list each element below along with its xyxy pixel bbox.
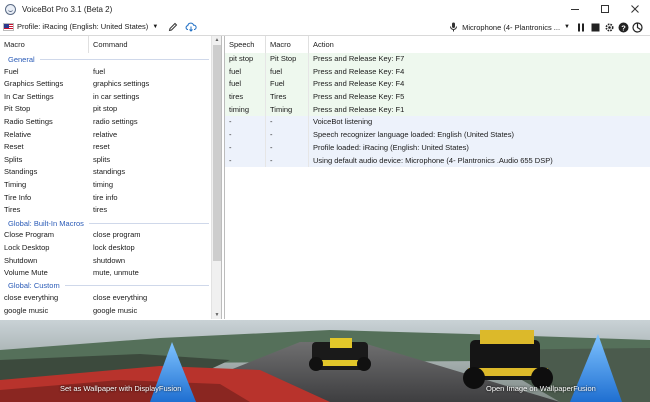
gear-icon bbox=[604, 22, 614, 32]
close-button[interactable] bbox=[620, 0, 650, 18]
chevron-down-icon: ▼ bbox=[564, 24, 570, 30]
group-header-general[interactable]: General bbox=[0, 53, 211, 66]
command-column-header[interactable]: Command bbox=[89, 36, 211, 53]
chevron-down-icon: ▼ bbox=[152, 23, 159, 30]
log-row[interactable]: fuel fuel Press and Release Key: F4 bbox=[225, 65, 650, 79]
scrollbar-thumb[interactable] bbox=[213, 45, 221, 261]
activity-log-panel: Speech Macro Action pit stop Pit Stop Pres… bbox=[224, 36, 650, 319]
scroll-down-arrow-icon[interactable]: ▼ bbox=[213, 311, 221, 319]
minimize-icon bbox=[571, 9, 579, 10]
macro-row[interactable]: close everything close everything bbox=[0, 292, 211, 305]
speech-column-header[interactable]: Speech bbox=[225, 36, 266, 53]
close-icon bbox=[631, 5, 639, 13]
macro-row[interactable]: Shutdown shutdown bbox=[0, 255, 211, 268]
macro-row[interactable]: google music google music bbox=[0, 305, 211, 318]
macro-row[interactable]: Volume Mute mute, unmute bbox=[0, 267, 211, 280]
log-row[interactable]: - - Profile loaded: iRacing (English: Unit… bbox=[225, 141, 650, 155]
macro-list-scrollbar[interactable]: ▲ ▼ bbox=[211, 36, 221, 319]
download-profile-button[interactable] bbox=[184, 20, 198, 34]
macro-row[interactable]: Reset reset bbox=[0, 141, 211, 154]
log-row[interactable]: tires Tires Press and Release Key: F5 bbox=[225, 91, 650, 104]
tools-button[interactable] bbox=[630, 20, 644, 34]
group-header-global-custom[interactable]: Global: Custom bbox=[0, 280, 211, 293]
window-title: VoiceBot Pro 3.1 (Beta 2) bbox=[22, 4, 113, 14]
scroll-up-arrow-icon[interactable]: ▲ bbox=[213, 36, 221, 44]
macro-row[interactable]: Close Program close program bbox=[0, 229, 211, 242]
toolbar: Profile: iRacing (English: United States… bbox=[0, 18, 650, 36]
macro-column-header[interactable]: Macro bbox=[266, 36, 309, 53]
macro-row[interactable]: Relative relative bbox=[0, 129, 211, 142]
action-column-header[interactable]: Action bbox=[309, 36, 650, 53]
macro-row[interactable]: Timing timing bbox=[0, 179, 211, 192]
edit-icon bbox=[169, 22, 178, 31]
macro-row[interactable]: Tires tires bbox=[0, 204, 211, 217]
stop-button[interactable] bbox=[588, 20, 602, 34]
set-wallpaper-link[interactable]: Set as Wallpaper with DisplayFusion bbox=[60, 384, 181, 393]
macro-list: General Fuel fuel Graphics Settings graphi… bbox=[0, 53, 211, 317]
macro-row[interactable]: Tire Info tire info bbox=[0, 192, 211, 205]
window-controls bbox=[560, 0, 650, 18]
microphone-dropdown-label: Microphone (4- Plantronics ... bbox=[462, 22, 561, 32]
maximize-icon bbox=[601, 5, 609, 13]
macro-row[interactable]: Fuel fuel bbox=[0, 66, 211, 79]
macro-row[interactable]: Radio Settings radio settings bbox=[0, 116, 211, 129]
maximize-button[interactable] bbox=[590, 0, 620, 18]
log-row[interactable]: - - VoiceBot listening bbox=[225, 116, 650, 130]
macro-list-panel: Macro Command General Fuel fuel Graphics … bbox=[0, 36, 222, 319]
macro-row[interactable]: Standings standings bbox=[0, 166, 211, 179]
pause-icon bbox=[578, 23, 584, 31]
log-row[interactable]: - - Using default audio device: Microphone… bbox=[225, 154, 650, 168]
log-row[interactable]: - - Speech recognizer language loaded: Eng… bbox=[225, 129, 650, 142]
microphone-dropdown[interactable]: Microphone (4- Plantronics ... ▼ bbox=[449, 22, 570, 32]
toolbar-right: Microphone (4- Plantronics ... ▼ ? bbox=[449, 18, 650, 36]
settings-sliders-icon bbox=[631, 21, 643, 33]
log-row[interactable]: timing Timing Press and Release Key: F1 bbox=[225, 103, 650, 117]
macro-row[interactable]: Splits splits bbox=[0, 154, 211, 167]
open-wallpaperfusion-link[interactable]: Open Image on WallpaperFusion bbox=[486, 384, 596, 393]
us-flag-icon bbox=[3, 22, 14, 31]
wallpaper-banner: Set as Wallpaper with DisplayFusion Open… bbox=[0, 320, 650, 402]
log-row[interactable]: pit stop Pit Stop Press and Release Key: F… bbox=[225, 53, 650, 66]
voicebot-app-icon bbox=[5, 3, 16, 15]
macro-row[interactable]: Graphics Settings graphics settings bbox=[0, 78, 211, 91]
svg-text:?: ? bbox=[621, 23, 626, 32]
minimize-button[interactable] bbox=[560, 0, 590, 18]
macro-row[interactable]: Pit Stop pit stop bbox=[0, 103, 211, 116]
help-button[interactable]: ? bbox=[616, 20, 630, 34]
pause-button[interactable] bbox=[574, 20, 588, 34]
group-header-global-built-in[interactable]: Global: Built-In Macros bbox=[0, 217, 211, 230]
profile-dropdown-label: Profile: iRacing (English: United States… bbox=[17, 22, 149, 31]
help-icon: ? bbox=[618, 22, 628, 32]
microphone-icon bbox=[450, 22, 458, 32]
macro-row[interactable]: In Car Settings in car settings bbox=[0, 91, 211, 104]
macro-column-header[interactable]: Macro bbox=[0, 36, 89, 53]
macro-row[interactable]: Lock Desktop lock desktop bbox=[0, 242, 211, 255]
settings-button[interactable] bbox=[602, 20, 616, 34]
log-row[interactable]: fuel Fuel Press and Release Key: F4 bbox=[225, 78, 650, 92]
profile-dropdown[interactable]: Profile: iRacing (English: United States… bbox=[17, 22, 158, 31]
stop-icon bbox=[591, 23, 599, 31]
cloud-download-icon bbox=[185, 22, 197, 32]
activity-log-list: pit stop Pit Stop Press and Release Key: F… bbox=[225, 53, 650, 168]
edit-profile-button[interactable] bbox=[166, 20, 180, 34]
title-bar: VoiceBot Pro 3.1 (Beta 2) bbox=[0, 0, 650, 18]
